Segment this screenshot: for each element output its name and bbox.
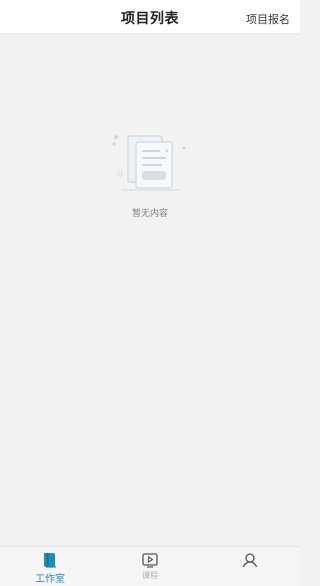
empty-document-illustration-icon [112,134,186,191]
empty-message: 暂无内容 [131,209,168,219]
tab-label-courses: 课程 [142,571,158,580]
user-profile-icon [242,553,258,568]
empty-state: 暂无内容 [0,130,300,219]
header-bar: 项目列表 项目报名 [0,0,300,34]
bottom-tab-bar: 工作室 课程 [0,546,300,586]
tab-studio[interactable]: 工作室 [0,547,100,586]
project-signup-link[interactable]: 项目报名 [246,11,290,27]
tab-label-studio: 工作室 [35,574,65,585]
tab-courses[interactable]: 课程 [100,547,200,586]
tab-profile[interactable] [200,547,300,586]
book-icon [44,553,56,568]
video-play-icon [142,553,158,568]
app-screen: 项目列表 项目报名 暂无内容 工作室 课程 [0,0,300,586]
